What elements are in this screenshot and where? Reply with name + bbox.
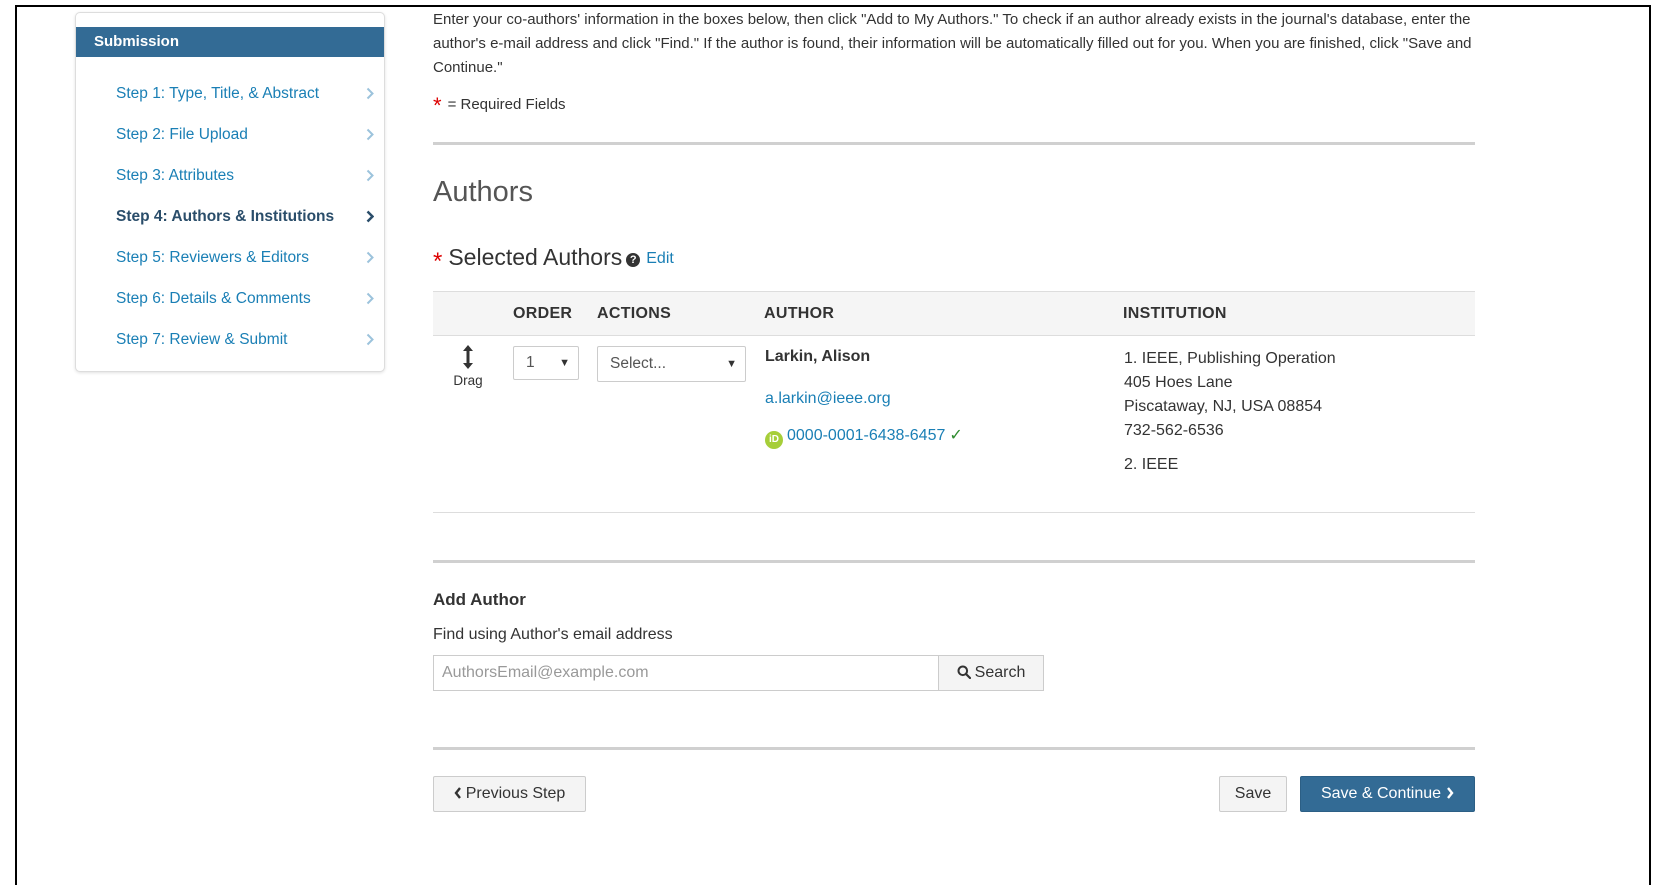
institution-line: 2. IEEE [1124,456,1179,473]
required-star: * [433,93,442,118]
search-button-label: Search [974,664,1026,681]
submission-sidebar: Submission Step 1: Type, Title, & Abstra… [75,12,385,372]
institution-line: 1. IEEE, Publishing Operation [1124,350,1336,367]
orcid-row: iD 0000-0001-6438-6457 ✓ [765,425,963,449]
divider [433,142,1475,145]
authors-section-title: Authors [433,176,533,208]
drag-label: Drag [453,373,483,388]
sidebar-item-label: Step 2: File Upload [116,126,248,143]
institution-line: 405 Hoes Lane [1124,374,1233,391]
column-header-order: ORDER [513,305,573,322]
chevron-right-icon [362,284,378,314]
caret-down-icon: ▼ [559,357,570,369]
chevron-left-icon [454,787,461,799]
help-icon[interactable]: ? [626,253,641,267]
sidebar-item-label: Step 1: Type, Title, & Abstract [116,85,320,102]
sidebar-item-label: Step 6: Details & Comments [116,290,311,307]
add-author-title: Add Author [433,590,526,609]
institution-list: 1. IEEE, Publishing Operation 405 Hoes L… [1124,347,1336,477]
find-email-label: Find using Author's email address [433,626,673,643]
sidebar-item-step-3[interactable]: Step 3: Attributes [116,161,378,191]
save-continue-label: Save & Continue [1320,785,1442,802]
divider [433,747,1475,750]
previous-step-label: Previous Step [465,785,566,802]
sidebar-item-step-4[interactable]: Step 4: Authors & Institutions [116,202,378,232]
chevron-right-icon [1447,787,1454,799]
check-icon: ✓ [949,427,963,444]
orcid-link[interactable]: 0000-0001-6438-6457 [787,427,945,444]
institution-line: 732-562-6536 [1124,422,1224,439]
sidebar-item-step-2[interactable]: Step 2: File Upload [116,120,378,150]
actions-select[interactable]: Select... ▼ [597,346,746,382]
chevron-right-icon [362,325,378,355]
author-email-input[interactable] [433,655,939,691]
divider [433,560,1475,563]
author-name: Larkin, Alison [765,348,871,365]
required-star: * [433,248,443,275]
search-button[interactable]: Search [938,655,1044,691]
column-header-author: AUTHOR [764,305,835,322]
save-continue-button[interactable]: Save & Continue [1300,776,1475,812]
previous-step-button[interactable]: Previous Step [433,776,586,812]
sidebar-item-step-5[interactable]: Step 5: Reviewers & Editors [116,243,378,273]
sidebar-item-step-7[interactable]: Step 7: Review & Submit [116,325,378,355]
row-divider [433,512,1475,513]
sidebar-header: Submission [76,27,384,57]
required-fields-note: * = Required Fields [433,93,566,119]
order-select-value: 1 [526,354,535,371]
vertical-arrows-icon [463,345,473,369]
sidebar-item-label: Step 5: Reviewers & Editors [116,249,309,266]
sidebar-item-label: Step 4: Authors & Institutions [116,208,335,225]
save-button[interactable]: Save [1219,776,1287,812]
instructions-text: Enter your co-authors' information in th… [433,11,1472,76]
selected-authors-title: Selected Authors [448,244,623,270]
sidebar-item-step-1[interactable]: Step 1: Type, Title, & Abstract [116,79,378,109]
column-header-institution: INSTITUTION [1123,305,1227,322]
author-email-link[interactable]: a.larkin@ieee.org [765,390,891,408]
chevron-right-icon [362,202,378,232]
column-header-actions: ACTIONS [597,305,672,322]
chevron-right-icon [362,161,378,191]
chevron-right-icon [362,243,378,273]
institution-line: Piscataway, NJ, USA 08854 [1124,398,1323,415]
required-fields-label: = Required Fields [447,96,566,113]
caret-down-icon: ▼ [726,358,737,370]
save-label: Save [1234,785,1272,802]
order-select[interactable]: 1 ▼ [513,346,579,380]
selected-authors-heading: * Selected Authors? Edit [433,244,674,276]
search-icon [957,665,971,680]
sidebar-item-label: Step 3: Attributes [116,167,235,184]
authors-table-header: ORDER ACTIONS AUTHOR INSTITUTION [433,291,1475,336]
sidebar-item-label: Step 7: Review & Submit [116,331,288,348]
drag-handle[interactable]: Drag [448,344,488,388]
chevron-right-icon [362,79,378,109]
actions-select-value: Select... [610,355,666,372]
sidebar-item-step-6[interactable]: Step 6: Details & Comments [116,284,378,314]
chevron-right-icon [362,120,378,150]
edit-authors-link[interactable]: Edit [646,250,674,267]
orcid-icon: iD [765,431,783,449]
